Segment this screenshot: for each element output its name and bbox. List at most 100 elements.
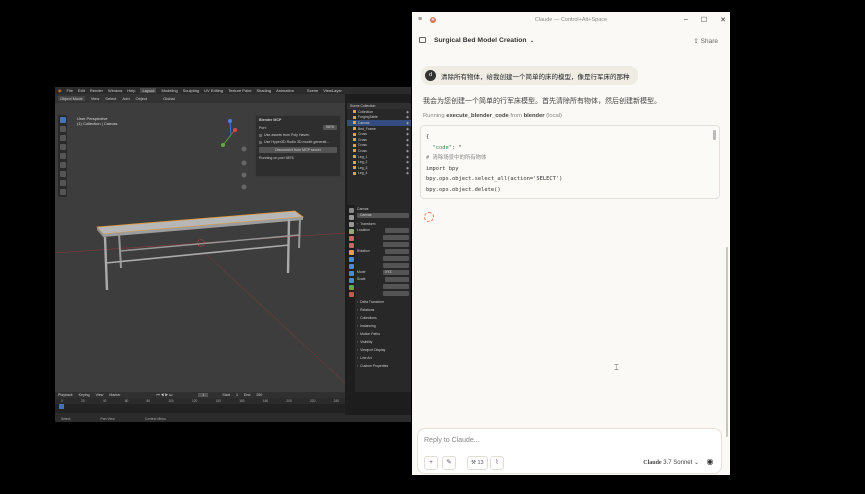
scene-selector[interactable]: Scene [307,88,318,93]
eye-icon[interactable]: ◉ [406,149,409,153]
add-attachment-icon[interactable]: + [424,456,438,470]
tab-animation[interactable]: Animation [276,88,294,93]
timeline-track[interactable] [55,404,345,413]
menu-edit[interactable]: Edit [78,88,85,93]
scale-field[interactable] [385,277,409,282]
view-menu-timeline[interactable]: View [96,393,104,397]
location-field[interactable] [385,228,409,233]
menu-render[interactable]: Render [90,88,103,93]
output-tab-icon[interactable] [348,222,354,227]
rotation-z-field[interactable] [383,263,409,268]
location-z-field[interactable] [383,242,409,247]
data-tab-icon[interactable] [348,285,354,290]
rotation-mode-select[interactable]: XYZ [383,270,409,275]
object-name-field[interactable]: Canvas [357,213,409,218]
eye-icon[interactable]: ◉ [406,166,409,170]
select-tool-icon[interactable] [59,117,66,123]
current-frame-field[interactable]: 1 [198,393,209,397]
object-tab-icon[interactable] [348,250,354,255]
disconnect-button[interactable]: Disconnect from MCP server [259,147,337,153]
menu-file[interactable]: File [67,88,73,93]
scale-y-field[interactable] [383,284,409,289]
view-layer-selector[interactable]: ViewLayer [323,88,342,93]
reply-composer[interactable]: Reply to Claude... + ✎ ⚒ 13 ⌇ Claude 3.7… [417,428,722,474]
move-tool-icon[interactable] [59,135,66,141]
scale-z-field[interactable] [383,291,409,296]
tab-uv-editing[interactable]: UV Editing [204,88,223,93]
section-custom-properties[interactable]: Custom Properties [357,363,409,368]
conversation-scrollbar[interactable] [726,247,728,437]
paperclip-icon[interactable]: ⌇ [490,456,504,470]
marker-menu[interactable]: Marker [109,393,120,397]
minimize-icon[interactable]: – [684,16,688,24]
tools-button[interactable]: ⚒ 13 [467,456,488,470]
eye-icon[interactable]: ◉ [406,143,409,147]
model-selector[interactable]: Claude 3.7 Sonnet ⌄ [643,459,699,466]
eye-icon[interactable]: ◉ [406,115,409,119]
cursor-tool-icon[interactable] [59,126,66,132]
eye-icon[interactable]: ◉ [406,160,409,164]
mode-selector[interactable]: Object Mode [58,96,85,101]
start-frame-field[interactable]: 1 [236,393,238,397]
section-delta-transform[interactable]: Delta Transform [357,299,409,304]
annotate-tool-icon[interactable] [59,171,66,177]
port-field[interactable]: 9876 [323,125,337,130]
menu-help[interactable]: Help [127,88,135,93]
tab-layout[interactable]: Layout [140,88,157,93]
tool-tab-icon[interactable] [348,208,354,213]
tool-call-header[interactable]: Running execute_blender_code from blende… [423,113,562,119]
section-transform[interactable]: Transform [357,221,409,226]
section-line-art[interactable]: Line Art [357,355,409,360]
modifier-tab-icon[interactable] [348,257,354,262]
eye-icon[interactable]: ◉ [406,171,409,175]
blender-logo-icon[interactable]: ◉ [58,88,62,93]
maximize-icon[interactable]: ☐ [701,16,707,24]
scene-tab-icon[interactable] [348,236,354,241]
eye-icon[interactable]: ◉ [406,121,409,125]
eye-icon[interactable]: ◉ [406,110,409,114]
tool-code-block[interactable]: { "code": " # 清除场景中的所有物体 import bpy bpy.ops… [420,125,720,199]
rotate-tool-icon[interactable] [59,144,66,150]
tab-texture-paint[interactable]: Texture Paint [228,88,251,93]
sidebar-toggle-icon[interactable] [419,37,426,43]
send-icon[interactable]: ◉ [704,456,716,468]
outliner-item[interactable]: Leg_4 ◉ [347,171,411,177]
add-cube-tool-icon[interactable] [59,189,66,195]
section-relations[interactable]: Relations [357,307,409,312]
add-menu[interactable]: Add [122,96,129,101]
eye-icon[interactable]: ◉ [406,155,409,159]
conversation-title[interactable]: Surgical Bed Model Creation ⌄ [434,37,534,44]
material-tab-icon[interactable] [348,292,354,297]
tab-sculpting[interactable]: Sculpting [183,88,199,93]
end-frame-field[interactable]: 250 [256,393,262,397]
eye-icon[interactable]: ◉ [406,127,409,131]
location-y-field[interactable] [383,235,409,240]
world-tab-icon[interactable] [348,243,354,248]
3d-viewport[interactable]: User Perspective (1) Collection | Canvas… [55,103,345,392]
section-visibility[interactable]: Visibility [357,339,409,344]
poly-haven-checkbox[interactable] [259,133,262,137]
view-layer-tab-icon[interactable] [348,229,354,234]
render-tab-icon[interactable] [348,215,354,220]
tab-modeling[interactable]: Modeling [161,88,177,93]
section-viewport-display[interactable]: Viewport Display [357,347,409,352]
measure-tool-icon[interactable] [59,180,66,186]
constraints-tab-icon[interactable] [348,278,354,283]
rotation-y-field[interactable] [383,256,409,261]
transform-orientation[interactable]: Global [163,96,175,101]
section-motion-paths[interactable]: Motion Paths [357,331,409,336]
eye-icon[interactable]: ◉ [406,138,409,142]
particles-tab-icon[interactable] [348,264,354,269]
playhead[interactable] [59,404,64,409]
style-pen-icon[interactable]: ✎ [442,456,456,470]
transform-tool-icon[interactable] [59,162,66,168]
physics-tab-icon[interactable] [348,271,354,276]
menu-window[interactable]: Window [108,88,122,93]
keying-menu[interactable]: Keying [79,393,90,397]
code-scrollbar[interactable] [713,130,716,140]
tab-shading[interactable]: Shading [256,88,271,93]
object-menu[interactable]: Object [136,96,148,101]
play-controls-icon[interactable]: ⏮ ◀ ▶ ⏭ [157,393,173,397]
section-collections[interactable]: Collections [357,315,409,320]
reply-input[interactable]: Reply to Claude... [424,437,480,444]
